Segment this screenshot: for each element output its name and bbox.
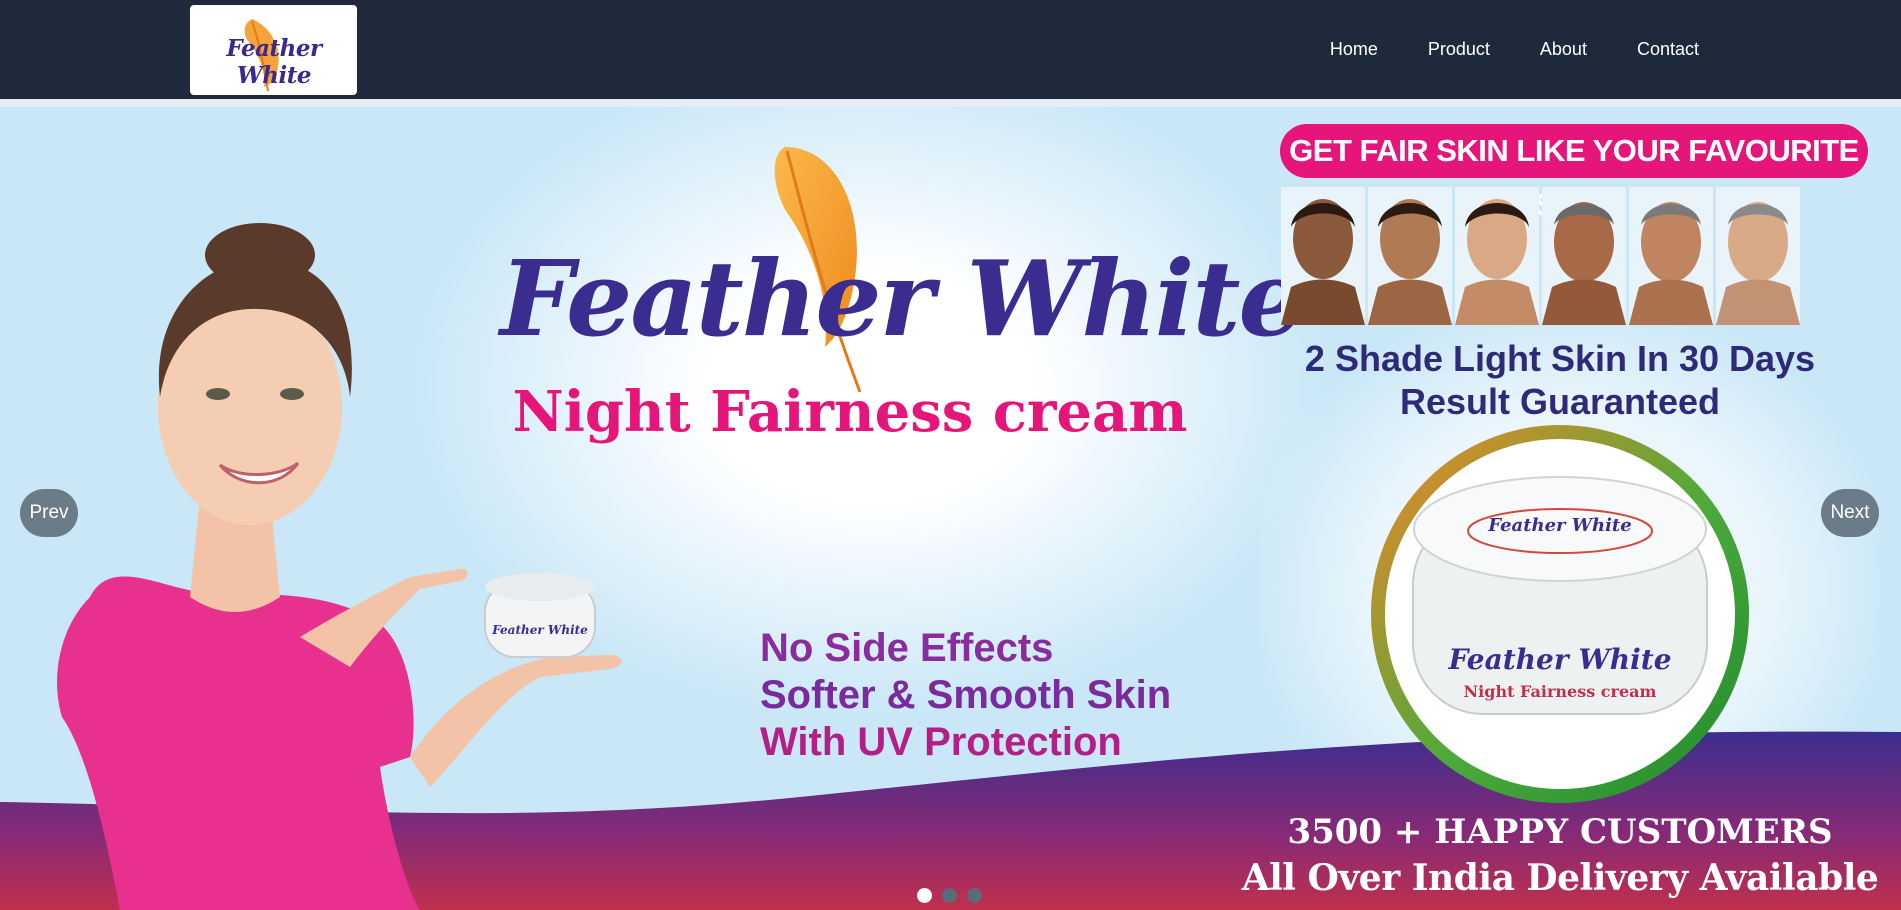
- feature-item: Softer & Smooth Skin: [760, 673, 1172, 717]
- main-nav: Home Product About Contact: [1330, 39, 1699, 60]
- jar-subtitle: Night Fairness cream: [1464, 682, 1657, 701]
- carousel-indicators: [917, 888, 982, 903]
- header-divider: [0, 99, 1901, 107]
- brand-title: Feather White: [500, 237, 1305, 360]
- face-photo: [1629, 187, 1713, 325]
- small-jar-brand: Feather White: [491, 623, 588, 637]
- navbar: Feather White Home Product About Contact: [0, 0, 1901, 99]
- feature-list: No Side Effects Softer & Smooth Skin Wit…: [760, 625, 1171, 766]
- feature-item: With UV Protection: [760, 720, 1122, 764]
- carousel-next-button[interactable]: Next: [1821, 489, 1879, 537]
- claim-line-2: Result Guaranteed: [1399, 381, 1721, 422]
- carousel-dot-2[interactable]: [942, 888, 957, 903]
- hero-slide: Feather White Feather White Night Fairne…: [0, 107, 1901, 910]
- carousel-prev-button[interactable]: Prev: [20, 489, 78, 537]
- logo-text: Feather White: [226, 35, 322, 89]
- nav-contact[interactable]: Contact: [1637, 39, 1699, 60]
- result-claim: 2 Shade Light Skin In 30 Days Result Gua…: [1250, 337, 1870, 423]
- jar-brand: Feather White: [1447, 643, 1671, 676]
- nav-about[interactable]: About: [1540, 39, 1587, 60]
- face-photo: [1542, 187, 1626, 325]
- feature-item: No Side Effects: [760, 626, 1054, 670]
- claim-line-1: 2 Shade Light Skin In 30 Days: [1304, 338, 1816, 379]
- promo-banner: GET FAIR SKIN LIKE YOUR FAVOURITE STAR: [1280, 124, 1868, 222]
- site-logo[interactable]: Feather White: [190, 5, 357, 95]
- jar-lid-brand: Feather White: [1487, 515, 1631, 536]
- product-subtitle: Night Fairness cream: [512, 379, 1188, 445]
- carousel-dot-1[interactable]: [917, 888, 932, 903]
- product-jar-ring: Feather White Feather White Night Fairne…: [1371, 425, 1749, 803]
- face-photo: [1716, 187, 1800, 325]
- nav-product[interactable]: Product: [1428, 39, 1490, 60]
- carousel-dot-3[interactable]: [967, 888, 982, 903]
- delivery-note: All Over India Delivery Available: [1241, 857, 1879, 899]
- nav-home[interactable]: Home: [1330, 39, 1378, 60]
- face-photo: [1455, 187, 1539, 325]
- face-photo: [1368, 187, 1452, 325]
- before-after-faces: [1281, 187, 1800, 325]
- customers-stat: 3500 + HAPPY CUSTOMERS: [1287, 812, 1833, 852]
- face-photo: [1281, 187, 1365, 325]
